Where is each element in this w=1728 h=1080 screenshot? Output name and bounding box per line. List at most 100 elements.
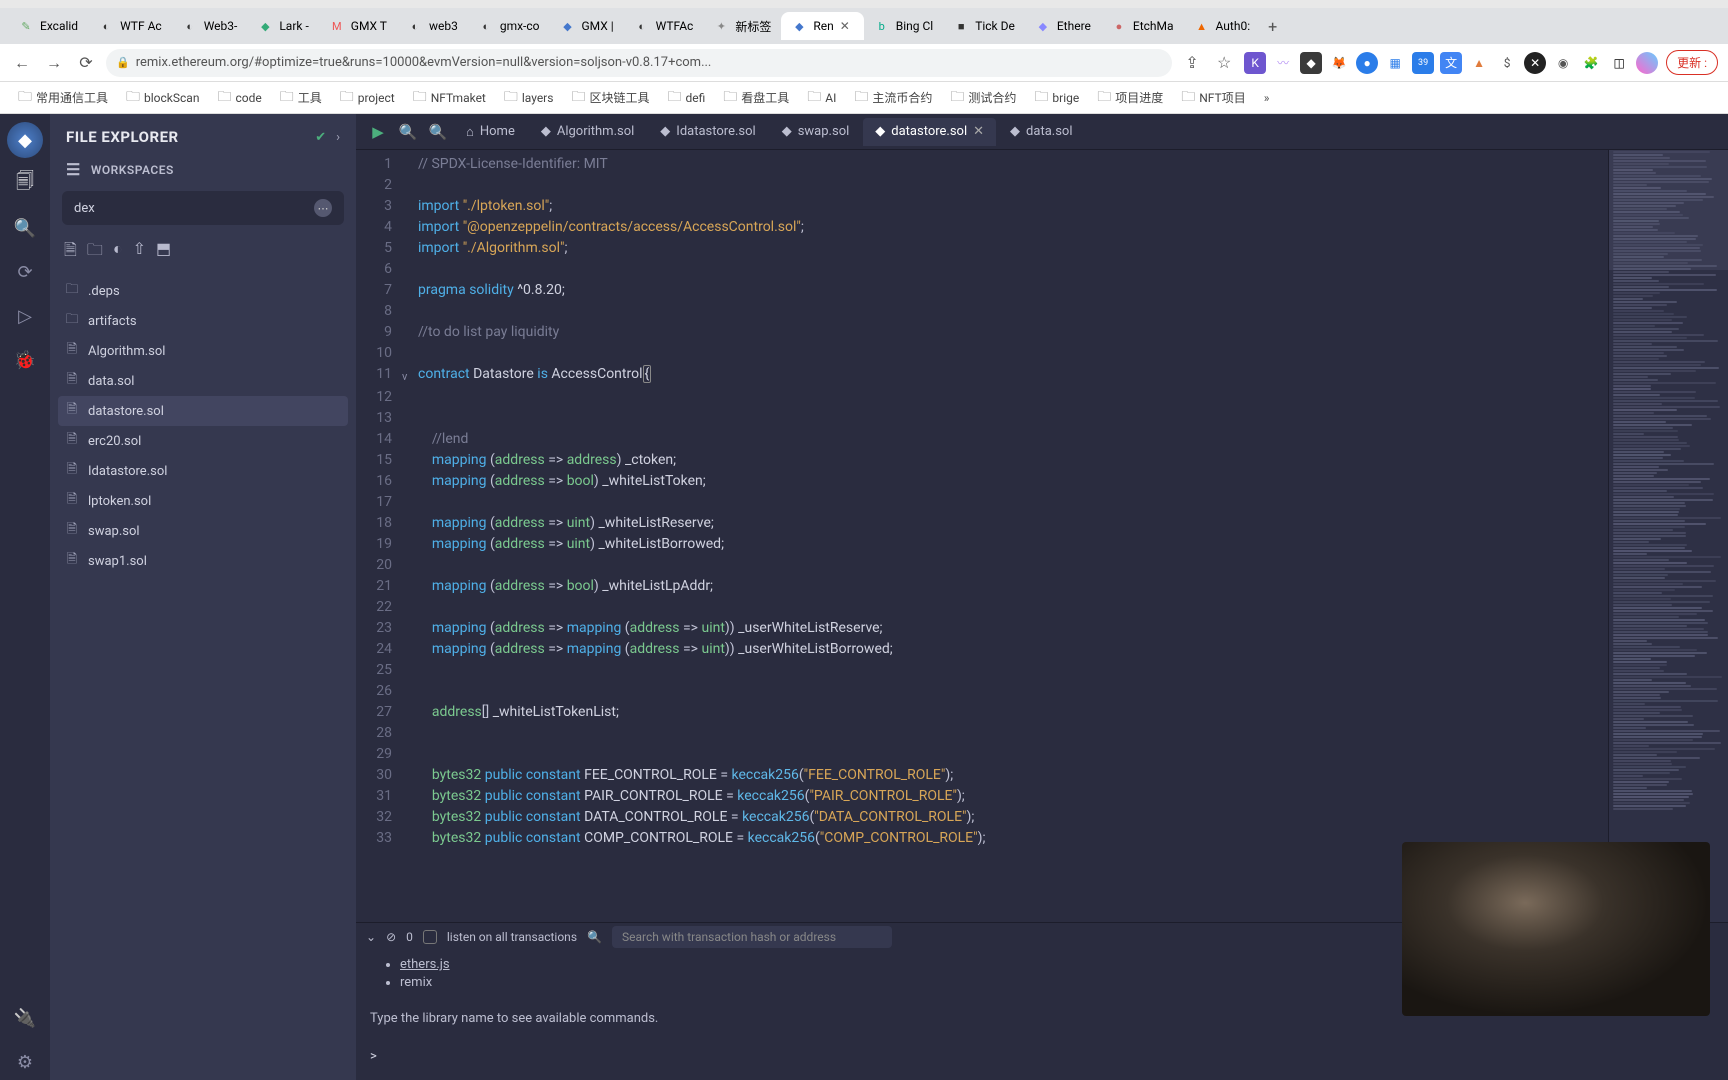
profile-avatar[interactable] [1636,52,1658,74]
tree-item[interactable]: 🗎Idatastore.sol [58,456,348,486]
bookmark-item[interactable]: 🗀项目进度 [1089,82,1171,114]
editor-tab[interactable]: ⌂Home [454,118,527,146]
close-icon[interactable]: ✕ [840,19,854,33]
new-folder-icon[interactable]: 🗀 [87,239,103,266]
new-file-icon[interactable]: 🗎 [64,239,77,266]
tree-item[interactable]: 🗎lptoken.sol [58,486,348,516]
deploy-icon[interactable]: ▷ [7,298,43,334]
upload-folder-icon[interactable]: ⬒ [156,239,171,266]
editor-tab[interactable]: ◆datastore.sol✕ [863,118,996,146]
zoom-out-icon[interactable]: 🔍 [394,118,422,146]
tree-item[interactable]: 🗎data.sol [58,366,348,396]
browser-tab[interactable]: ✎Excalid [8,12,88,40]
bookmark-item[interactable]: 🗀测试合约 [942,82,1024,114]
plugin-icon[interactable]: 🔌 [7,1000,43,1036]
github-icon[interactable]: ◐ [113,239,123,266]
bookmark-item[interactable]: 🗀layers [496,82,562,114]
new-tab-button[interactable]: + [1260,13,1285,40]
browser-tab[interactable]: ✦新标签 [703,12,781,41]
browser-update-button[interactable]: 更新 : [1666,50,1718,75]
browser-tab[interactable]: MGMX T [319,12,397,40]
bookmark-item[interactable]: 🗀defi [659,82,713,114]
settings-icon[interactable]: ⚙ [7,1044,43,1080]
extension-icon[interactable]: K [1244,52,1266,74]
tree-item[interactable]: 🗎erc20.sol [58,426,348,456]
bookmark-item[interactable]: 🗀主流币合约 [846,82,940,114]
share-icon[interactable]: ⇪ [1180,51,1204,75]
extension-icon[interactable]: ✕ [1524,52,1546,74]
bookmark-item[interactable]: 🗀project [332,82,403,114]
extensions-menu-icon[interactable]: 🧩 [1580,52,1602,74]
extension-icon[interactable]: ◆ [1300,52,1322,74]
terminal-collapse-icon[interactable]: ⌄ [366,930,376,944]
bookmark-item[interactable]: 🗀NFT项目 [1173,82,1253,114]
editor-tab[interactable]: ◆Idatastore.sol [648,118,767,146]
bookmark-item[interactable]: 🗀工具 [272,82,330,114]
bookmark-item[interactable]: 🗀常用通信工具 [10,82,116,114]
extension-icon[interactable]: 〰 [1272,52,1294,74]
browser-tab[interactable]: ◆Ren✕ [781,12,863,40]
extension-icon[interactable]: 39 [1412,52,1434,74]
browser-tab[interactable]: ■Tick De [943,12,1025,40]
sidepanel-icon[interactable]: ◫ [1608,52,1630,74]
tree-item[interactable]: 🗎Algorithm.sol [58,336,348,366]
browser-tab[interactable]: ▲Auth0: [1184,12,1261,40]
bookmark-item[interactable]: 🗀NFTmaket [405,82,494,114]
browser-tab[interactable]: ◐WTFAc [624,12,704,40]
minimap[interactable] [1608,150,1728,922]
workspace-menu-icon[interactable]: ⋯ [314,199,332,217]
browser-tab[interactable]: ◐web3 [397,12,468,40]
browser-tab[interactable]: ◆GMX | [549,12,623,40]
tree-item[interactable]: 🗀.deps [58,276,348,306]
browser-tab[interactable]: ◐gmx-co [468,12,550,40]
code-editor[interactable]: 1// SPDX-License-Identifier: MIT23import… [356,150,1608,922]
workspace-selector[interactable]: dex ⋯ [62,191,344,225]
terminal-clear-icon[interactable]: ⊘ [386,930,396,944]
bookmark-item[interactable]: 🗀code [209,82,269,114]
nav-forward-button[interactable]: → [42,51,66,75]
extension-icon[interactable]: ◉ [1552,52,1574,74]
nav-back-button[interactable]: ← [10,51,34,75]
workspaces-row[interactable]: ☰ WORKSPACES [58,154,348,185]
editor-tab[interactable]: ◆Algorithm.sol [529,118,646,146]
browser-tab[interactable]: ●EtchMa [1101,12,1184,40]
sidebar-collapse-icon[interactable]: › [336,130,340,145]
tree-item[interactable]: 🗎swap1.sol [58,546,348,576]
bookmark-item[interactable]: 🗀AI [799,82,844,114]
compiler-icon[interactable]: ⟳ [7,254,43,290]
browser-tab[interactable]: ◆Ethere [1025,12,1101,40]
compile-check-icon[interactable]: ✔ [315,130,326,145]
remix-logo-icon[interactable]: ◆ [7,122,43,158]
tree-item[interactable]: 🗀artifacts [58,306,348,336]
bookmark-item[interactable]: 🗀brige [1026,82,1087,114]
extension-icon[interactable]: $ [1496,52,1518,74]
bookmark-star-icon[interactable]: ☆ [1212,51,1236,75]
extension-icon[interactable]: ▦ [1384,52,1406,74]
file-explorer-icon[interactable]: 🗐 [7,166,43,202]
fold-icon[interactable]: v [402,364,418,387]
nav-reload-button[interactable]: ⟳ [74,51,98,75]
upload-icon[interactable]: ⇧ [133,239,146,266]
zoom-in-icon[interactable]: 🔍 [424,118,452,146]
extension-icon[interactable]: 🦊 [1328,52,1350,74]
listen-checkbox[interactable] [423,930,437,944]
browser-tab[interactable]: bBing Cl [864,12,943,40]
terminal-search-icon[interactable]: 🔍 [587,930,602,944]
editor-tab[interactable]: ◆swap.sol [770,118,862,146]
browser-tab[interactable]: ◆Lark - [247,12,318,40]
extension-icon[interactable]: ▲ [1468,52,1490,74]
browser-tab[interactable]: ◐Web3- [172,12,248,40]
debugger-icon[interactable]: 🐞 [7,342,43,378]
extension-icon[interactable]: 文 [1440,52,1462,74]
terminal-prompt[interactable]: > [370,1028,1714,1066]
terminal-search-input[interactable]: Search with transaction hash or address [612,926,892,948]
bookmark-item[interactable]: 🗀区块链工具 [563,82,657,114]
bookmark-item[interactable]: 🗀blockScan [118,82,207,114]
bookmark-item[interactable]: 🗀看盘工具 [715,82,797,114]
tree-item[interactable]: 🗎datastore.sol [58,396,348,426]
bookmarks-overflow-icon[interactable]: » [1256,87,1278,109]
editor-tab[interactable]: ◆data.sol [998,118,1084,146]
search-icon[interactable]: 🔍 [7,210,43,246]
tree-item[interactable]: 🗎swap.sol [58,516,348,546]
extension-icon[interactable]: ● [1356,52,1378,74]
